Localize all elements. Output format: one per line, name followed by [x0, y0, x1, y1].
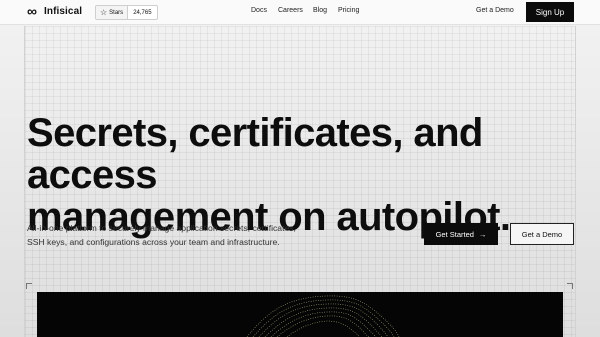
hero-subtitle: All-in-one platform to securely manage a…	[27, 222, 347, 249]
hero-visual	[37, 292, 563, 337]
get-demo-link[interactable]: Get a Demo	[476, 7, 514, 14]
get-started-label: Get Started	[435, 229, 474, 239]
nav-careers[interactable]: Careers	[278, 7, 303, 14]
get-started-button[interactable]: Get Started →	[424, 223, 498, 245]
subtitle-line-1: All-in-one platform to securely manage a…	[27, 223, 296, 233]
get-demo-button[interactable]: Get a Demo	[510, 223, 574, 245]
top-navigation-bar: ∞ Infisical ☆ Stars 24,765 Docs Careers …	[0, 0, 600, 25]
stars-count: 24,765	[133, 9, 152, 16]
nav-pricing[interactable]: Pricing	[338, 7, 359, 14]
sign-up-button[interactable]: Sign Up	[526, 2, 574, 22]
brand-logo[interactable]: ∞ Infisical	[27, 3, 83, 19]
brand-name: Infisical	[44, 5, 83, 17]
star-icon: ☆	[100, 7, 108, 17]
headline-line-1: Secrets, certificates, and access	[27, 111, 483, 197]
subtitle-line-2: SSH keys, and configurations across your…	[27, 236, 280, 247]
arrow-right-icon: →	[478, 229, 487, 239]
frame-corner-right	[567, 283, 573, 289]
nav-blog[interactable]: Blog	[313, 7, 327, 14]
particle-wave-graphic	[246, 295, 400, 337]
stars-label-group: ☆ Stars	[96, 6, 129, 19]
github-stars-button[interactable]: ☆ Stars 24,765	[95, 5, 158, 20]
stars-label: Stars	[109, 9, 124, 16]
frame-corner-left	[26, 283, 32, 289]
nav-docs[interactable]: Docs	[251, 7, 267, 14]
hero-headline: Secrets, certificates, and access manage…	[27, 112, 587, 238]
infinity-icon: ∞	[27, 3, 37, 19]
